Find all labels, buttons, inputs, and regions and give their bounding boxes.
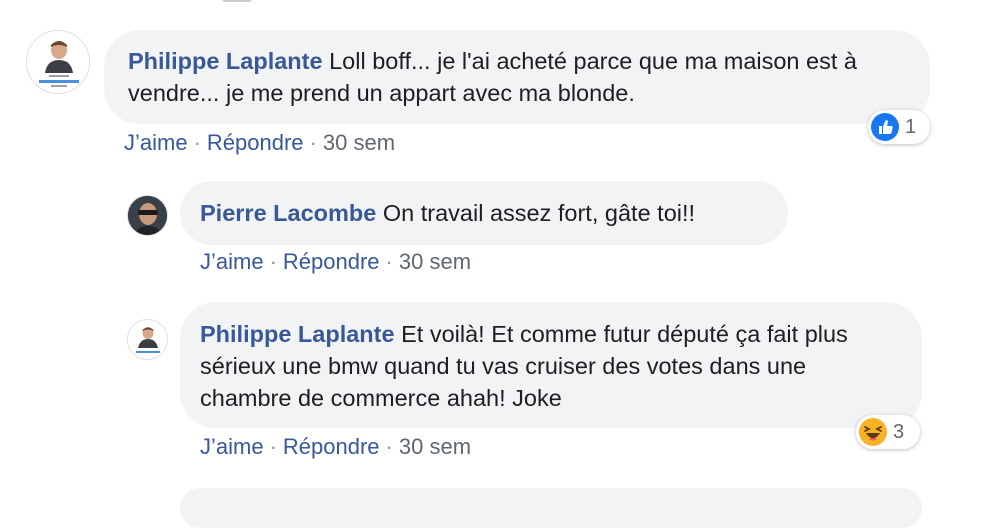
like-link[interactable]: J’aime [200, 249, 264, 274]
separator-dot: · [385, 249, 393, 274]
separator-dot: · [269, 434, 277, 459]
avatar[interactable] [127, 195, 168, 236]
like-icon [871, 113, 899, 141]
comment-actions: J’aime · Répondre · 30 sem [200, 434, 471, 460]
separator-dot: · [309, 130, 317, 155]
reply-link[interactable]: Répondre [207, 130, 304, 155]
comment-bubble: Philippe Laplante Loll boff... je l'ai a… [104, 30, 930, 124]
avatar[interactable] [26, 30, 90, 94]
comment-actions: J’aime · Répondre · 30 sem [124, 130, 395, 156]
separator-dot: · [193, 130, 201, 155]
comment-author[interactable]: Philippe Laplante [128, 48, 323, 74]
reaction-count-value: 1 [905, 115, 917, 138]
comment-author[interactable]: Pierre Lacombe [200, 200, 376, 226]
comment-author[interactable]: Philippe Laplante [200, 321, 395, 347]
haha-icon [859, 418, 887, 446]
separator-dot: · [269, 249, 277, 274]
reaction-count-value: 3 [893, 420, 905, 443]
next-comment-bubble [180, 488, 922, 528]
timestamp[interactable]: 30 sem [323, 130, 395, 155]
separator-dot: · [385, 434, 393, 459]
profile-photo-icon [128, 196, 167, 235]
like-link[interactable]: J’aime [124, 130, 188, 155]
comment-bubble: Pierre Lacombe On travail assez fort, gâ… [180, 181, 788, 245]
profile-photo-icon [128, 320, 167, 359]
profile-photo-icon [27, 31, 89, 93]
timestamp[interactable]: 30 sem [399, 434, 471, 459]
reaction-count[interactable]: 3 [856, 415, 920, 449]
reaction-count[interactable]: 1 [868, 110, 930, 144]
comment-bubble: Philippe Laplante Et voilà! Et comme fut… [180, 302, 922, 428]
avatar[interactable] [127, 319, 168, 360]
reply-link[interactable]: Répondre [283, 249, 380, 274]
like-link[interactable]: J’aime [200, 434, 264, 459]
reply-link[interactable]: Répondre [283, 434, 380, 459]
comment-text: On travail assez fort, gâte toi!! [382, 200, 696, 226]
comment-actions: J’aime · Répondre · 30 sem [200, 249, 471, 275]
previous-comment-edge [0, 0, 1008, 4]
timestamp[interactable]: 30 sem [399, 249, 471, 274]
